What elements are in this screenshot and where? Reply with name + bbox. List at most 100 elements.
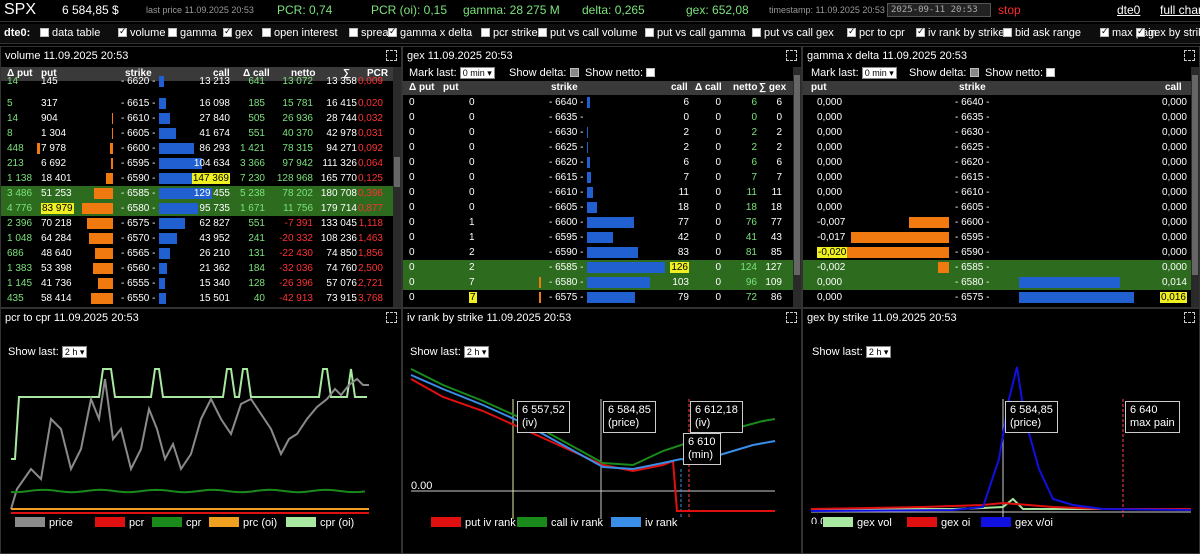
table-row[interactable]: 0,000 - 6625 - 0,000: [803, 140, 1191, 155]
table-row[interactable]: 0 0 - 6625 - 2 0 2 2: [403, 140, 793, 155]
option-gamma[interactable]: gamma: [168, 27, 217, 39]
column-header[interactable]: Δ call: [695, 82, 722, 93]
table-row[interactable]: 2 396 70 218 - 6575 - 62 827 551 -7 391 133 04…: [1, 216, 393, 231]
option-checkbox[interactable]: [645, 28, 654, 37]
table-row[interactable]: 5 317 - 6615 - 16 098 185 15 781 16 415 0,020: [1, 96, 393, 111]
table-row[interactable]: 686 48 640 - 6565 - 26 210 131 -22 430 74 850 1…: [1, 246, 393, 261]
show-netto-checkbox[interactable]: [1046, 68, 1056, 77]
table-row[interactable]: 0,000 - 6610 - 0,000: [803, 185, 1191, 200]
table-row[interactable]: 0 1 - 6595 - 42 0 41 43: [403, 230, 793, 245]
legend-iv[interactable]: iv rank: [611, 517, 677, 529]
option-gex[interactable]: gex: [223, 26, 253, 39]
option-put-vs-call-volume[interactable]: put vs call volume: [538, 27, 637, 39]
option-checkbox[interactable]: [538, 28, 547, 37]
show-netto-control[interactable]: Show netto:: [985, 67, 1058, 79]
show-delta-control[interactable]: Show delta:: [509, 67, 582, 79]
table-row[interactable]: 0 0 - 6630 - 2 0 2 2: [403, 125, 793, 140]
legend-put-iv[interactable]: put iv rank: [431, 517, 516, 529]
option-pcr-strike[interactable]: pcr strike: [481, 27, 538, 39]
column-header[interactable]: netto: [733, 82, 757, 93]
legend-price[interactable]: price: [15, 517, 73, 529]
stop-button[interactable]: stop: [998, 3, 1021, 17]
expand-icon[interactable]: [386, 312, 397, 323]
table-row[interactable]: 0,000 - 6605 - 0,000: [803, 200, 1191, 215]
table-row[interactable]: 14 904 - 6610 - 27 840 505 26 936 28 744 0,032: [1, 111, 393, 126]
mark-last-select[interactable]: 0 min ▾: [861, 67, 897, 79]
table-row[interactable]: -0,002 - 6585 - 0,000: [803, 260, 1191, 275]
legend-gex-voi[interactable]: gex v/oi: [981, 517, 1053, 529]
show-netto-control[interactable]: Show netto:: [585, 67, 658, 79]
option-put-vs-call-gex[interactable]: put vs call gex: [752, 27, 834, 39]
table-row[interactable]: 435 58 414 - 6550 - 15 501 40 -42 913 73 915 3,…: [1, 291, 393, 306]
option-put-vs-call-gamma[interactable]: put vs call gamma: [645, 27, 746, 39]
gex-scrollbar[interactable]: [793, 67, 801, 307]
show-last-select[interactable]: 2 h ▾: [865, 346, 892, 358]
option-gamma-x-delta[interactable]: gamma x delta: [388, 26, 472, 39]
column-header[interactable]: call: [1165, 82, 1182, 93]
legend-call-iv[interactable]: call iv rank: [517, 517, 603, 529]
option-checkbox[interactable]: [223, 26, 232, 37]
full-chart-link[interactable]: full chart: [1160, 3, 1200, 17]
legend-prc-oi[interactable]: prc (oi): [209, 517, 277, 529]
table-row[interactable]: 0 2 - 6585 - 126 0 124 127: [403, 260, 793, 275]
table-row[interactable]: 8 1 304 - 6605 - 41 674 551 40 370 42 978 0,031: [1, 126, 393, 141]
option-checkbox[interactable]: [40, 28, 49, 37]
scroll-thumb[interactable]: [1192, 75, 1198, 275]
column-header[interactable]: put: [443, 82, 459, 93]
table-row[interactable]: 0,000 - 6640 - 0,000: [803, 95, 1191, 110]
volume-scrollbar[interactable]: [393, 67, 401, 307]
show-delta-control[interactable]: Show delta:: [909, 67, 982, 79]
option-checkbox[interactable]: [1136, 26, 1145, 37]
table-row[interactable]: 4 776 83 979 - 6580 - 95 735 1 671 11 756 179 …: [1, 201, 393, 216]
legend-cpr[interactable]: cpr: [152, 517, 201, 529]
option-open-interest[interactable]: open interest: [262, 27, 338, 39]
option-checkbox[interactable]: [262, 28, 271, 37]
table-row[interactable]: 213 6 692 - 6595 - 104 634 3 366 97 942 111 32…: [1, 156, 393, 171]
option-gex-by-strike[interactable]: gex by strike: [1136, 26, 1200, 39]
table-row[interactable]: 0 2 - 6590 - 83 0 81 85: [403, 245, 793, 260]
column-header[interactable]: strike: [959, 82, 986, 93]
table-row[interactable]: 0 0 - 6635 - 0 0 0 0: [403, 110, 793, 125]
table-row[interactable]: 14 145 - 6620 - 13 213 641 13 072 13 358 0,009: [1, 74, 393, 87]
option-checkbox[interactable]: [481, 28, 490, 37]
mark-last-select[interactable]: 0 min ▾: [459, 67, 495, 79]
column-header[interactable]: call: [671, 82, 688, 93]
legend-pcr[interactable]: pcr: [95, 517, 144, 529]
scroll-thumb[interactable]: [794, 75, 800, 275]
column-header[interactable]: ∑ gex: [759, 82, 786, 93]
table-row[interactable]: 3 486 51 253 - 6585 - 129 455 5 238 78 202 180…: [1, 186, 393, 201]
table-row[interactable]: 448 7 978 - 6600 - 86 293 1 421 78 315 94 271 0…: [1, 141, 393, 156]
table-row[interactable]: 0,000 - 6615 - 0,000: [803, 170, 1191, 185]
dte0-link[interactable]: dte0: [1117, 3, 1140, 17]
option-iv-rank-by-strike[interactable]: iv rank by strike: [916, 26, 1004, 39]
table-row[interactable]: 1 138 18 401 - 6590 - 147 369 7 230 128 968 16…: [1, 171, 393, 186]
show-last-select[interactable]: 2 h ▾: [463, 346, 490, 358]
show-netto-checkbox[interactable]: [646, 68, 656, 77]
table-row[interactable]: 1 048 64 284 - 6570 - 43 952 241 -20 332 108 2…: [1, 231, 393, 246]
column-header[interactable]: Δ put: [409, 82, 435, 93]
show-last-select[interactable]: 2 h ▾: [61, 346, 88, 358]
option-volume[interactable]: volume: [118, 26, 165, 39]
table-row[interactable]: 0,000 - 6635 - 0,000: [803, 110, 1191, 125]
option-checkbox[interactable]: [118, 26, 127, 37]
option-checkbox[interactable]: [1003, 28, 1012, 37]
table-row[interactable]: 0 1 - 6600 - 77 0 76 77: [403, 215, 793, 230]
table-row[interactable]: 0 0 - 6605 - 18 0 18 18: [403, 200, 793, 215]
table-row[interactable]: 0 0 - 6620 - 6 0 6 6: [403, 155, 793, 170]
table-row[interactable]: 0 7 - 6580 - 103 0 96 109: [403, 275, 793, 290]
column-header[interactable]: strike: [551, 82, 578, 93]
option-checkbox[interactable]: [168, 28, 177, 37]
option-bid-ask-range[interactable]: bid ask range: [1003, 27, 1081, 39]
table-row[interactable]: 0,000 - 6575 - 0,016: [803, 290, 1191, 305]
timestamp-input[interactable]: 2025-09-11 20:53: [887, 3, 991, 17]
table-row[interactable]: 0 0 - 6615 - 7 0 7 7: [403, 170, 793, 185]
table-row[interactable]: 0,000 - 6580 - 0,014: [803, 275, 1191, 290]
option-checkbox[interactable]: [752, 28, 761, 37]
gamma-delta-scrollbar[interactable]: [1191, 67, 1199, 307]
scroll-thumb[interactable]: [394, 157, 400, 187]
table-row[interactable]: 0 0 - 6640 - 6 0 6 6: [403, 95, 793, 110]
show-delta-checkbox[interactable]: [569, 68, 579, 77]
expand-icon[interactable]: [786, 312, 797, 323]
option-checkbox[interactable]: [1100, 26, 1109, 37]
option-pcr-to-cpr[interactable]: pcr to cpr: [847, 26, 905, 39]
